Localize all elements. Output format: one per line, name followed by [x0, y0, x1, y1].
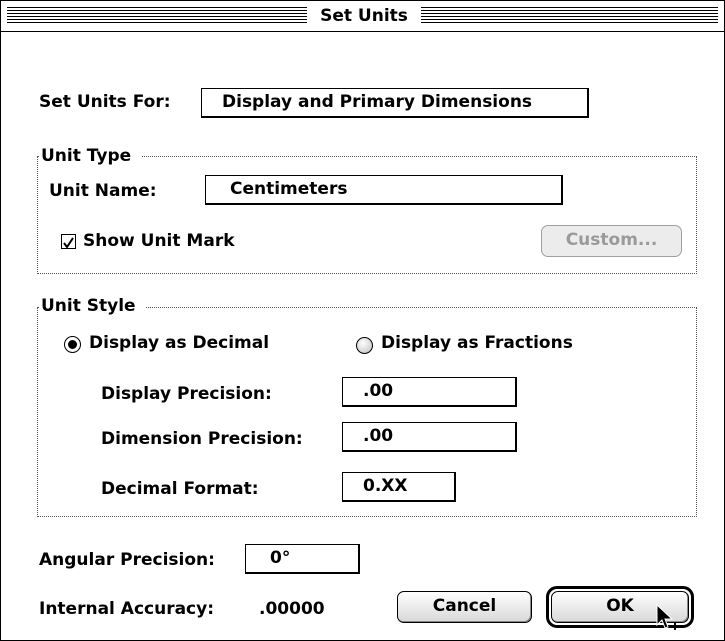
- title-bar[interactable]: Set Units: [1, 1, 724, 32]
- show-unit-mark-label: Show Unit Mark: [83, 231, 235, 251]
- display-as-fractions-label: Display as Fractions: [381, 333, 573, 353]
- dimension-precision-popup[interactable]: .00: [342, 422, 517, 452]
- unit-style-legend: Unit Style: [39, 296, 146, 316]
- angular-precision-popup[interactable]: 0°: [245, 544, 360, 574]
- unit-type-legend: Unit Type: [39, 146, 142, 166]
- decimal-format-label: Decimal Format:: [101, 479, 259, 499]
- title-bar-stripes-left: [7, 7, 307, 25]
- internal-accuracy-value: .00000: [259, 599, 325, 619]
- dimension-precision-label: Dimension Precision:: [101, 429, 303, 449]
- window-title: Set Units: [312, 4, 416, 28]
- arrow-pointer-with-plus-icon: [656, 604, 679, 630]
- angular-precision-label: Angular Precision:: [39, 550, 215, 570]
- internal-accuracy-label: Internal Accuracy:: [39, 599, 215, 619]
- display-precision-label: Display Precision:: [101, 384, 272, 404]
- decimal-format-popup[interactable]: 0.XX: [342, 472, 456, 502]
- custom-button[interactable]: Custom...: [541, 225, 682, 257]
- unit-name-label: Unit Name:: [49, 181, 157, 201]
- display-as-decimal-label: Display as Decimal: [89, 333, 270, 353]
- display-as-fractions-radio[interactable]: [356, 337, 373, 354]
- set-units-dialog: Set Units Set Units For: Display and Pri…: [0, 0, 725, 641]
- show-unit-mark-checkbox[interactable]: [61, 234, 76, 249]
- set-units-for-label: Set Units For:: [39, 92, 171, 112]
- display-as-decimal-radio[interactable]: [64, 336, 81, 353]
- display-precision-popup[interactable]: .00: [342, 377, 517, 407]
- title-bar-stripes-right: [421, 7, 718, 25]
- set-units-for-popup[interactable]: Display and Primary Dimensions: [201, 88, 589, 118]
- unit-name-popup[interactable]: Centimeters: [205, 175, 563, 205]
- cancel-button[interactable]: Cancel: [397, 591, 532, 623]
- checkmark-icon: [63, 237, 74, 249]
